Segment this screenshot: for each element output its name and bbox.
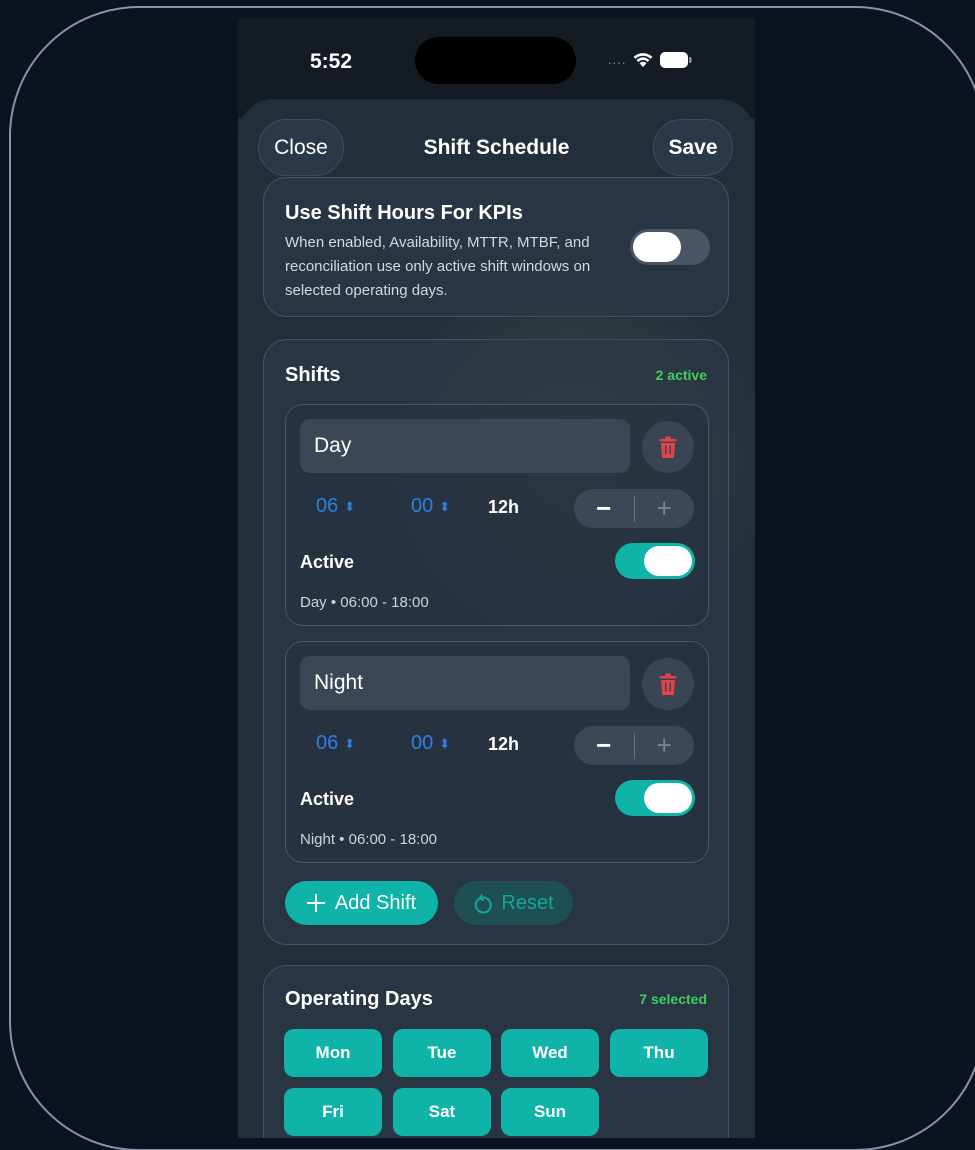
battery-icon (660, 51, 692, 68)
phone-screen: 5:52 .... Close Shift Schedule Save Use … (238, 18, 755, 1138)
day-chip-mon[interactable]: Mon (284, 1029, 382, 1077)
delete-shift-button[interactable] (642, 658, 694, 710)
add-shift-button[interactable]: Add Shift (285, 881, 438, 925)
kpi-setting-description: When enabled, Availability, MTTR, MTBF, … (285, 234, 591, 299)
shifts-card: Shifts 2 active Day 06 ⬍ 00 ⬍ 12h − + Ac… (263, 339, 729, 945)
start-hour-picker[interactable]: 06 ⬍ (316, 495, 355, 518)
start-minute-value: 00 (411, 732, 434, 754)
shifts-active-badge: 2 active (655, 367, 707, 383)
reset-button[interactable]: Reset (454, 881, 573, 925)
shift-duration: 12h (488, 497, 520, 517)
dynamic-island (415, 37, 576, 84)
wifi-icon (634, 53, 653, 67)
start-minute-value: 00 (411, 495, 434, 517)
decrement-button[interactable]: − (574, 726, 634, 765)
reset-label: Reset (501, 891, 554, 914)
shifts-title: Shifts (285, 364, 341, 386)
shift-name-input[interactable]: Night (300, 656, 630, 710)
shift-summary: Night • 06:00 - 18:00 (300, 831, 438, 848)
kpi-setting-title: Use Shift Hours For KPIs (285, 202, 523, 224)
toggle-knob (644, 783, 692, 813)
shift-item-night: Night 06 ⬍ 00 ⬍ 12h − + Active Night • 0… (285, 641, 709, 863)
day-chip-sun[interactable]: Sun (501, 1088, 599, 1136)
duration-stepper: − + (574, 489, 694, 528)
shift-active-toggle[interactable] (615, 543, 695, 579)
toggle-knob (644, 546, 692, 576)
day-chip-fri[interactable]: Fri (284, 1088, 382, 1136)
chevron-up-down-icon: ⬍ (439, 735, 451, 751)
shift-schedule-sheet: Close Shift Schedule Save Use Shift Hour… (238, 99, 755, 1138)
add-shift-label: Add Shift (334, 891, 417, 914)
start-hour-picker[interactable]: 06 ⬍ (316, 732, 355, 755)
decrement-button[interactable]: − (574, 489, 634, 528)
operating-days-card: Operating Days 7 selected Mon Tue Wed Th… (263, 965, 729, 1138)
start-hour-value: 06 (316, 732, 339, 754)
signal-icon: .... (608, 52, 627, 67)
shift-active-toggle[interactable] (615, 780, 695, 816)
trash-icon (659, 436, 677, 458)
chevron-up-down-icon: ⬍ (344, 735, 356, 751)
day-chip-sat[interactable]: Sat (393, 1088, 491, 1136)
start-hour-value: 06 (316, 495, 339, 517)
shift-name-input[interactable]: Day (300, 419, 630, 473)
delete-shift-button[interactable] (642, 421, 694, 473)
kpi-setting-card: Use Shift Hours For KPIs When enabled, A… (263, 177, 729, 317)
save-button[interactable]: Save (653, 119, 733, 176)
toggle-knob (633, 232, 681, 262)
start-minute-picker[interactable]: 00 ⬍ (411, 495, 450, 518)
active-label: Active (300, 789, 355, 809)
chevron-up-down-icon: ⬍ (344, 498, 356, 514)
duration-stepper: − + (574, 726, 694, 765)
operating-days-title: Operating Days (285, 988, 433, 1010)
increment-button[interactable]: + (634, 489, 694, 528)
shift-item-day: Day 06 ⬍ 00 ⬍ 12h − + Active Day • 06:00… (285, 404, 709, 626)
days-selected-badge: 7 selected (639, 991, 707, 1007)
trash-icon (659, 673, 677, 695)
plus-icon (306, 894, 325, 912)
chevron-up-down-icon: ⬍ (439, 498, 451, 514)
reset-icon (475, 893, 493, 914)
status-time: 5:52 (310, 50, 353, 73)
shift-duration: 12h (488, 734, 520, 754)
active-label: Active (300, 552, 355, 572)
kpi-shift-hours-toggle[interactable] (630, 229, 710, 265)
shift-summary: Day • 06:00 - 18:00 (300, 594, 429, 611)
day-chip-thu[interactable]: Thu (610, 1029, 708, 1077)
increment-button[interactable]: + (634, 726, 694, 765)
day-chip-wed[interactable]: Wed (501, 1029, 599, 1077)
start-minute-picker[interactable]: 00 ⬍ (411, 732, 450, 755)
status-icons: .... (608, 51, 692, 68)
day-chip-tue[interactable]: Tue (393, 1029, 491, 1077)
